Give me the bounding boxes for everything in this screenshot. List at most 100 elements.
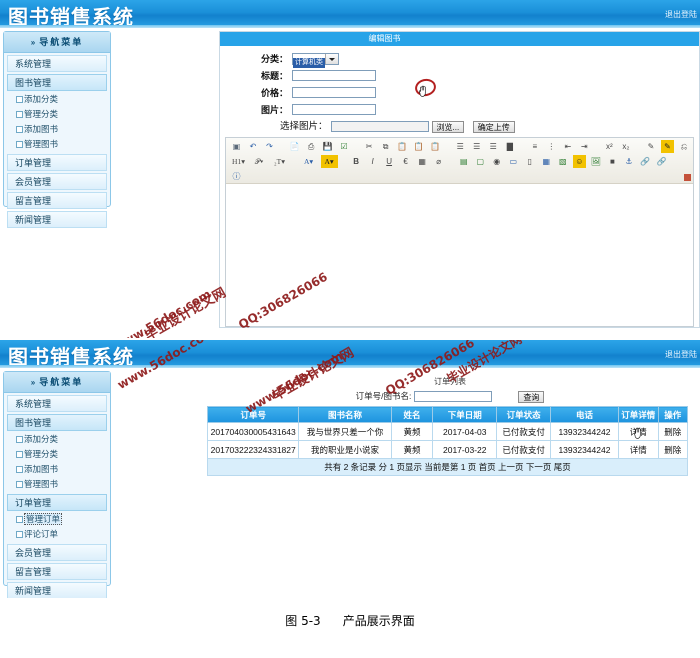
sidebar-subitem-manage-category[interactable]: 管理分类 — [4, 107, 110, 122]
sidebar-item-news[interactable]: 新闻管理 — [7, 211, 107, 228]
form-icon[interactable]: ▤ — [457, 155, 470, 168]
sidebar-item-orders[interactable]: 订单管理 — [7, 494, 107, 511]
confirm-upload-button[interactable]: 确定上传 — [472, 120, 515, 133]
app-body-top: » 导航菜单 系统管理 图书管理 添加分类 管理分类 添加图书 管理图书 订单管… — [0, 28, 700, 338]
sidebar-subitem-add-book[interactable]: 添加图书 — [4, 462, 110, 477]
heading-select[interactable]: H1▾ — [230, 155, 247, 168]
sidebar-subitem-label: 管理分类 — [24, 109, 59, 119]
sidebar-subitem-add-category[interactable]: 添加分类 — [4, 92, 110, 107]
fontsize-select[interactable]: ₂T▾ — [271, 155, 288, 168]
sidebar-subitem-manage-orders[interactable]: 管理订单 — [4, 512, 110, 527]
italic-icon[interactable]: I — [366, 155, 379, 168]
sidebar-item-orders[interactable]: 订单管理 — [7, 154, 107, 171]
sidebar-item-system[interactable]: 系统管理 — [7, 395, 107, 412]
editor-content-area[interactable] — [226, 174, 693, 326]
sidebar-subitem-manage-category[interactable]: 管理分类 — [4, 447, 110, 462]
cut-icon[interactable]: ✂ — [363, 140, 376, 153]
paste-word-icon[interactable]: 📋 — [429, 140, 442, 153]
cell-action[interactable]: 删除 — [657, 422, 689, 441]
resize-handle-icon[interactable] — [684, 174, 691, 181]
category-select[interactable]: 计算机类 — [292, 52, 339, 68]
copy-icon[interactable]: ⧉ — [379, 140, 392, 153]
price-input[interactable] — [292, 87, 376, 99]
print-icon[interactable]: ⎙ — [305, 140, 318, 153]
delete-link[interactable]: 删除 — [664, 445, 681, 455]
strikethrough-icon[interactable]: € — [399, 155, 412, 168]
image-input[interactable] — [292, 104, 376, 116]
insert-row-icon[interactable]: ▧ — [556, 155, 569, 168]
button-icon[interactable]: ▯ — [523, 155, 536, 168]
sidebar-item-members[interactable]: 会员管理 — [7, 544, 107, 561]
cell-order-date: 2017-03-22 — [432, 440, 498, 459]
font-select[interactable]: 𝒫▾ — [251, 155, 268, 168]
radio-icon[interactable]: ◉ — [490, 155, 503, 168]
undo-icon[interactable]: ↶ — [247, 140, 260, 153]
sidebar-subitem-add-category[interactable]: 添加分类 — [4, 432, 110, 447]
outdent-icon[interactable]: ⇤ — [561, 140, 574, 153]
numbered-list-icon[interactable]: ≡ — [528, 140, 541, 153]
textfield-icon[interactable]: ▭ — [507, 155, 520, 168]
sidebar-item-members[interactable]: 会员管理 — [7, 173, 107, 190]
order-search-input[interactable] — [414, 391, 493, 403]
align-justify-icon[interactable]: ▇ — [503, 140, 516, 153]
indent-icon[interactable]: ⇥ — [578, 140, 591, 153]
edit-book-panel: 编辑图书 分类： 计算机类 标题： 价格： 图片： 选择图片： 浏览... 确定… — [219, 31, 700, 328]
table-icon[interactable]: ▦ — [540, 155, 553, 168]
remove-format-icon[interactable]: ⌀ — [432, 155, 445, 168]
preview-icon[interactable]: 📄 — [288, 140, 301, 153]
checkbox-icon[interactable]: ▢ — [474, 155, 487, 168]
detail-link[interactable]: 详情 — [630, 445, 647, 455]
delete-link[interactable]: 删除 — [664, 427, 681, 437]
image-icon[interactable]: 🖼 — [589, 155, 602, 168]
save-icon[interactable]: 💾 — [321, 140, 334, 153]
file-input[interactable] — [330, 121, 429, 133]
browse-button[interactable]: 浏览... — [431, 120, 465, 133]
superscript-icon[interactable]: x² — [603, 140, 616, 153]
sidebar-item-books[interactable]: 图书管理 — [7, 414, 107, 431]
redo-icon[interactable]: ↷ — [263, 140, 276, 153]
sidebar-subnav-books: 添加分类 管理分类 添加图书 管理图书 — [4, 432, 110, 492]
sidebar-subnav-orders: 管理订单 评论订单 — [4, 512, 110, 542]
pagination-bar[interactable]: 共有 2 条记录 分 1 页显示 当前是第 1 页 首页 上一页 下一页 尾页 — [207, 458, 688, 476]
flash-icon[interactable]: ■ — [606, 155, 619, 168]
order-search-button[interactable]: 查询 — [518, 390, 545, 403]
source-icon[interactable]: ▣ — [230, 140, 243, 153]
subscript-icon[interactable]: x₂ — [619, 140, 632, 153]
sidebar-subitem-manage-book[interactable]: 管理图书 — [4, 477, 110, 492]
align-right-icon[interactable]: ☰ — [487, 140, 500, 153]
bg-color-icon[interactable]: A▾ — [320, 155, 338, 168]
cell-action[interactable]: 删除 — [657, 440, 689, 459]
sidebar-item-messages[interactable]: 留言管理 — [7, 192, 107, 209]
logout-link[interactable]: 退出登陆 — [665, 9, 697, 20]
editor-toolbar-row-2: H1▾ 𝒫▾ ₂T▾ A▾ A▾ B I U € ▦ ⌀ ▤ ▢ ◉ ▭ ▯ ▦… — [230, 155, 689, 170]
cell-detail[interactable]: 详情 — [617, 440, 659, 459]
title-input[interactable] — [292, 70, 376, 82]
eraser-icon[interactable]: ⎌ — [677, 140, 689, 153]
emoticon-icon[interactable]: ☺ — [572, 155, 586, 168]
text-color-icon[interactable]: A▾ — [300, 155, 317, 168]
link-icon[interactable]: 🔗 — [639, 155, 652, 168]
unlink-icon[interactable]: 🔗 — [655, 155, 668, 168]
sidebar-subitem-add-book[interactable]: 添加图书 — [4, 122, 110, 137]
spellcheck-icon[interactable]: ☑ — [338, 140, 351, 153]
grid-icon[interactable]: ▦ — [416, 155, 429, 168]
sidebar-item-books[interactable]: 图书管理 — [7, 74, 107, 91]
pencil-icon[interactable]: ✎ — [644, 140, 657, 153]
sidebar-subitem-comment-orders[interactable]: 评论订单 — [4, 527, 110, 542]
logout-link[interactable]: 退出登陆 — [665, 349, 697, 360]
align-center-icon[interactable]: ☰ — [470, 140, 483, 153]
about-icon[interactable]: ⓘ — [230, 170, 243, 181]
sidebar-subitem-manage-book[interactable]: 管理图书 — [4, 137, 110, 152]
paste-text-icon[interactable]: 📋 — [412, 140, 425, 153]
bulleted-list-icon[interactable]: ⋮ — [545, 140, 558, 153]
sidebar-item-messages[interactable]: 留言管理 — [7, 563, 107, 580]
anchor-icon[interactable]: ⚓ — [622, 155, 635, 168]
align-left-icon[interactable]: ☰ — [454, 140, 467, 153]
paste-icon[interactable]: 📋 — [396, 140, 409, 153]
bold-icon[interactable]: B — [350, 155, 363, 168]
sidebar-item-system[interactable]: 系统管理 — [7, 55, 107, 72]
sidebar-item-news[interactable]: 新闻管理 — [7, 582, 107, 598]
underline-icon[interactable]: U — [383, 155, 396, 168]
cell-detail[interactable]: 详情 — [617, 422, 659, 441]
highlighter-icon[interactable]: ✎ — [660, 140, 674, 153]
